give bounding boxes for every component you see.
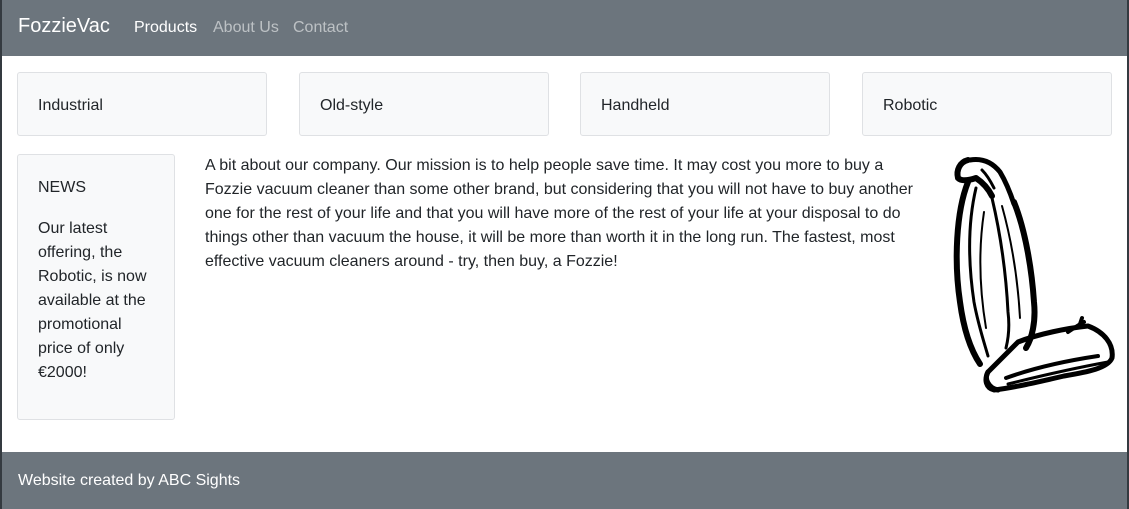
category-label: Robotic: [883, 97, 938, 114]
about-company-text: A bit about our company. Our mission is …: [205, 157, 913, 270]
category-label: Old-style: [320, 97, 384, 114]
news-card: NEWS Our latest offering, the Robotic, i…: [17, 154, 175, 420]
category-card-industrial[interactable]: Industrial: [17, 72, 267, 136]
vacuum-cleaner-icon: [953, 157, 1115, 393]
top-navbar: FozzieVac Products About Us Contact: [0, 0, 1129, 56]
category-card-old-style[interactable]: Old-style: [299, 72, 549, 136]
nav-link-about-us[interactable]: About Us: [213, 19, 279, 37]
category-card-handheld[interactable]: Handheld: [580, 72, 830, 136]
brand-logo-link[interactable]: FozzieVac: [18, 15, 110, 38]
footer-credit-text: Website created by ABC Sights: [18, 472, 241, 489]
nav-link-contact[interactable]: Contact: [293, 19, 348, 37]
news-title: NEWS: [38, 179, 86, 196]
category-label: Handheld: [601, 97, 670, 114]
page-footer: Website created by ABC Sights: [0, 452, 1129, 509]
news-text: Our latest offering, the Robotic, is now…: [38, 220, 147, 381]
nav-link-products[interactable]: Products: [134, 19, 197, 37]
category-label: Industrial: [38, 97, 103, 114]
category-card-robotic[interactable]: Robotic: [862, 72, 1112, 136]
